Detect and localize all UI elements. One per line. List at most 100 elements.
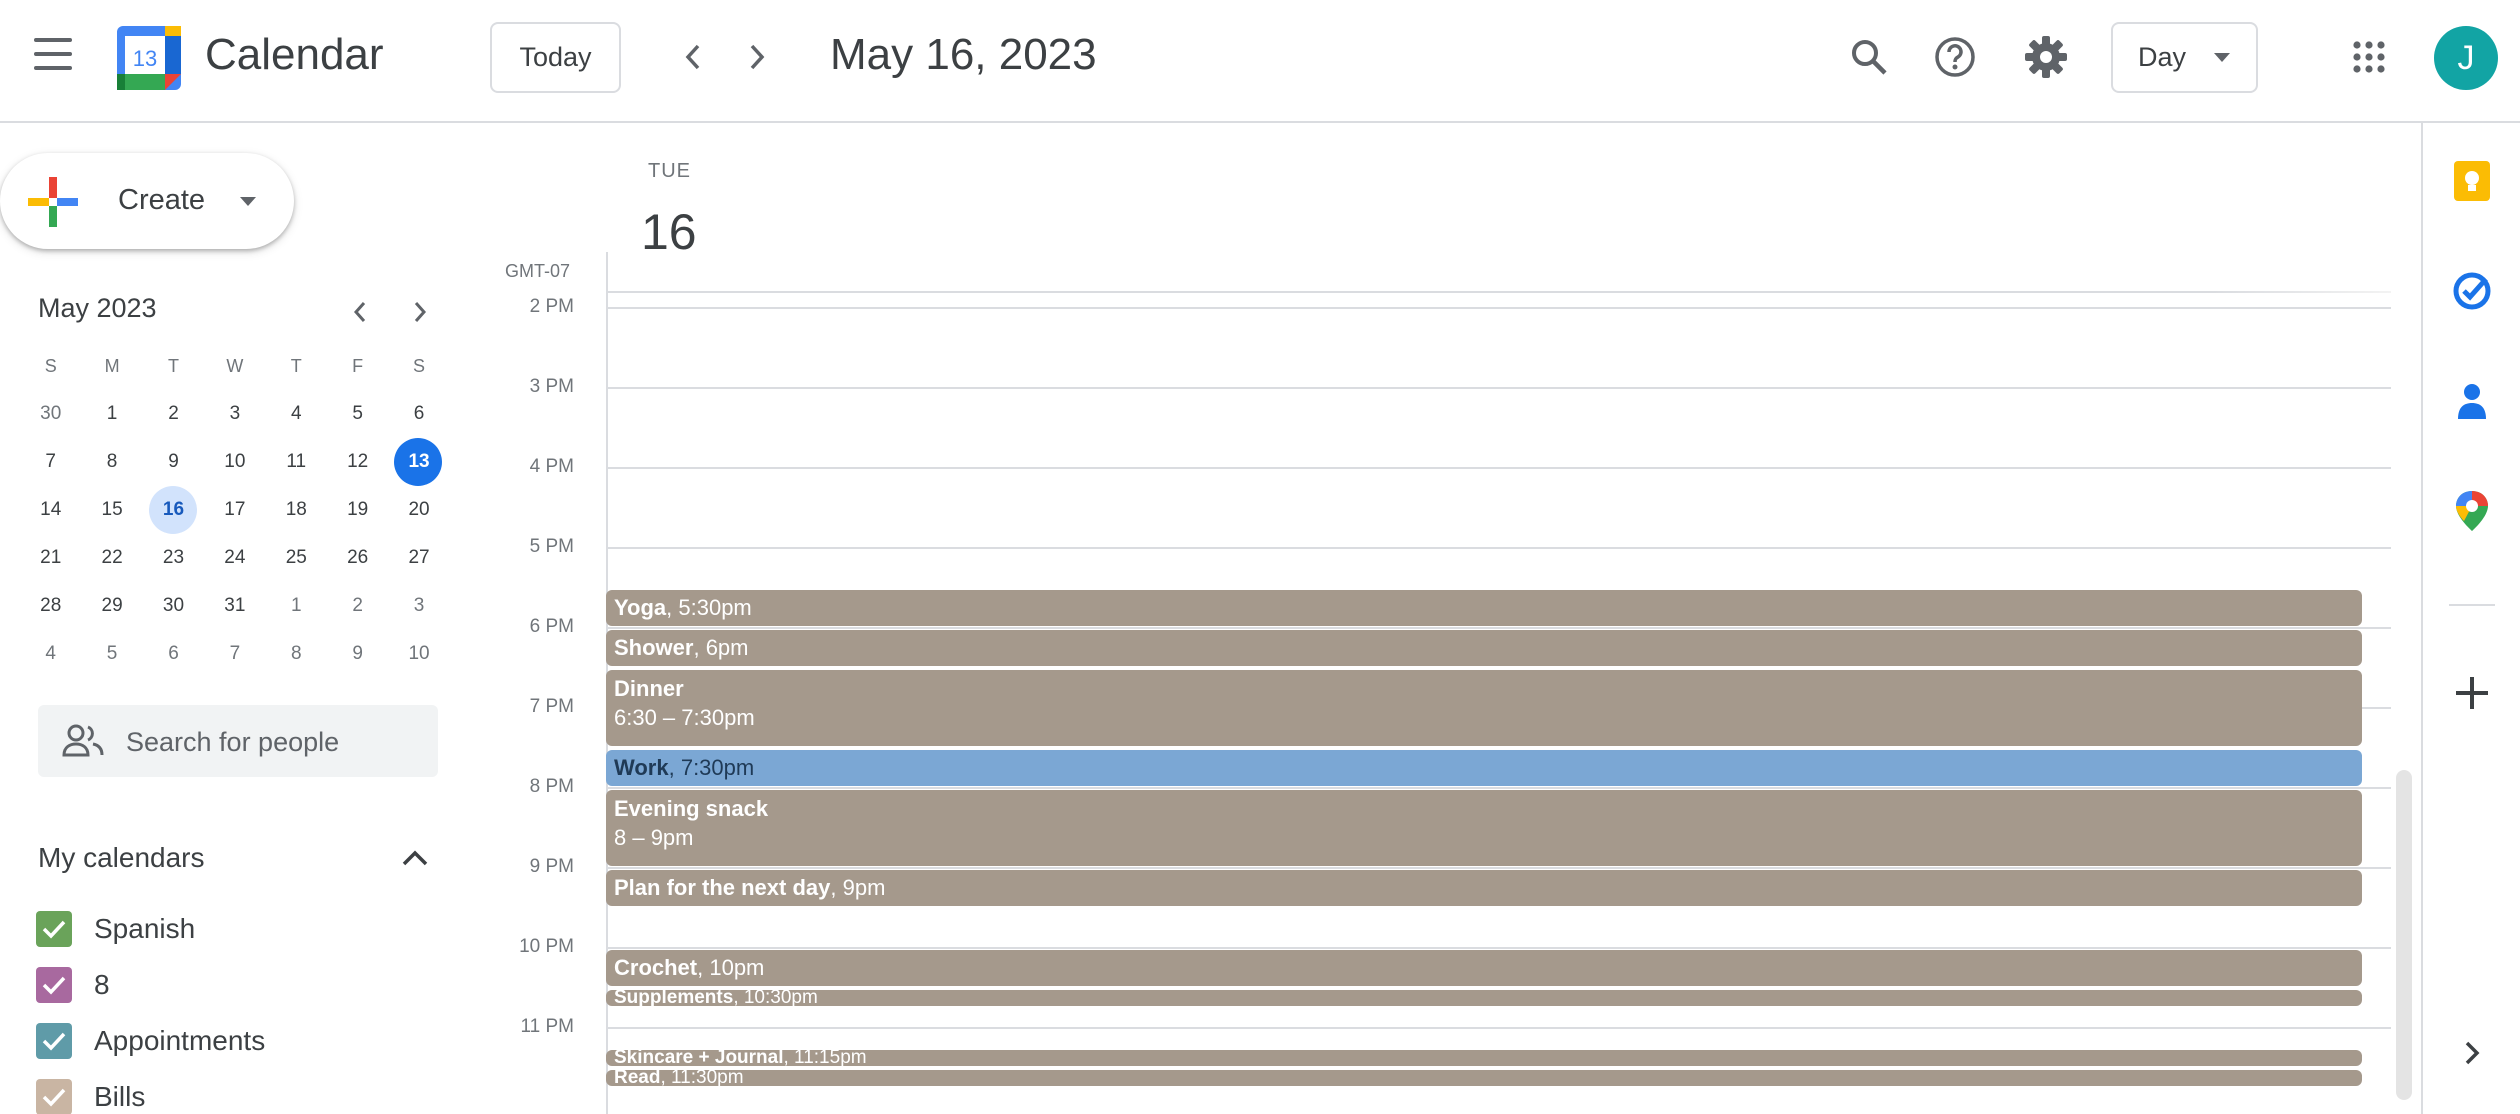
my-calendars-collapse-button[interactable] bbox=[393, 838, 437, 878]
mini-calendar-day[interactable]: 2 bbox=[327, 582, 388, 630]
mini-calendar-day[interactable]: 24 bbox=[204, 534, 265, 582]
mini-calendar-day[interactable]: 11 bbox=[266, 438, 327, 486]
day-column-date[interactable]: 16 bbox=[641, 203, 697, 261]
event-chip[interactable]: Plan for the next day, 9pm bbox=[606, 870, 2362, 906]
mini-calendar-day[interactable]: 7 bbox=[20, 438, 81, 486]
chevron-right-icon bbox=[414, 302, 427, 322]
calendar-item[interactable]: Bills bbox=[36, 1077, 145, 1114]
main-menu-icon[interactable] bbox=[30, 38, 76, 78]
today-button[interactable]: Today bbox=[490, 22, 621, 93]
calendar-checkbox[interactable] bbox=[36, 1079, 72, 1114]
keep-button[interactable] bbox=[2449, 158, 2495, 204]
calendar-checkbox[interactable] bbox=[36, 1023, 72, 1059]
mini-calendar-day[interactable]: 4 bbox=[266, 390, 327, 438]
calendar-checkbox[interactable] bbox=[36, 911, 72, 947]
mini-calendar-grid: S M T W T F S 30 1 2 3 4 5 6 7 8 9 10 11 12 13 14 15 16 17 18 19 20… bbox=[20, 342, 460, 678]
event-chip[interactable]: Read, 11:30pm bbox=[606, 1070, 2362, 1086]
mini-calendar-day[interactable]: 17 bbox=[204, 486, 265, 534]
mini-calendar-day[interactable]: 8 bbox=[266, 630, 327, 678]
calendar-item[interactable]: Spanish bbox=[36, 909, 195, 949]
mini-calendar-day[interactable]: 3 bbox=[388, 582, 449, 630]
event-title: Shower bbox=[614, 635, 694, 660]
mini-calendar-day[interactable]: 18 bbox=[266, 486, 327, 534]
mini-calendar-day[interactable]: 16 bbox=[143, 486, 204, 534]
calendar-checkbox[interactable] bbox=[36, 967, 72, 1003]
people-search-box[interactable] bbox=[38, 705, 438, 777]
mini-calendar-day[interactable]: 4 bbox=[20, 630, 81, 678]
mini-calendar-day[interactable]: 26 bbox=[327, 534, 388, 582]
mini-calendar-day[interactable]: 10 bbox=[388, 630, 449, 678]
mini-calendar-day[interactable]: 19 bbox=[327, 486, 388, 534]
mini-calendar-day[interactable]: 27 bbox=[388, 534, 449, 582]
mini-calendar-day[interactable]: 25 bbox=[266, 534, 327, 582]
event-chip[interactable]: Yoga, 5:30pm bbox=[606, 590, 2362, 626]
event-chip[interactable]: Supplements, 10:30pm bbox=[606, 990, 2362, 1006]
event-chip[interactable]: Skincare + Journal, 11:15pm bbox=[606, 1050, 2362, 1066]
contacts-button[interactable] bbox=[2449, 378, 2495, 424]
people-search-input[interactable] bbox=[126, 725, 416, 759]
maps-icon bbox=[2456, 491, 2488, 531]
mini-calendar-day[interactable]: 20 bbox=[388, 486, 449, 534]
mini-calendar-day[interactable]: 15 bbox=[81, 486, 142, 534]
mini-calendar-day[interactable]: 14 bbox=[20, 486, 81, 534]
event-chip[interactable]: Crochet, 10pm bbox=[606, 950, 2362, 986]
mini-calendar-day[interactable]: 1 bbox=[266, 582, 327, 630]
calendar-item[interactable]: 8 bbox=[36, 965, 110, 1005]
my-calendars-title[interactable]: My calendars bbox=[38, 842, 205, 874]
account-avatar[interactable]: J bbox=[2434, 26, 2498, 90]
mini-calendar-day[interactable]: 5 bbox=[81, 630, 142, 678]
next-period-button[interactable] bbox=[734, 34, 780, 80]
event-title: Skincare + Journal bbox=[614, 1050, 784, 1066]
mini-calendar-day[interactable]: 31 bbox=[204, 582, 265, 630]
create-button[interactable]: Create bbox=[0, 153, 294, 249]
mini-calendar-day[interactable]: 10 bbox=[204, 438, 265, 486]
event-time: , 5:30pm bbox=[666, 595, 752, 620]
day-view-scrollbar[interactable] bbox=[2396, 770, 2412, 1100]
apps-button[interactable] bbox=[2342, 30, 2396, 84]
mini-calendar-day[interactable]: 8 bbox=[81, 438, 142, 486]
mini-calendar-day[interactable]: 12 bbox=[327, 438, 388, 486]
view-switcher-button[interactable]: Day bbox=[2111, 22, 2258, 93]
calendar-logo[interactable]: 13 bbox=[117, 26, 181, 90]
support-button[interactable] bbox=[1928, 30, 1982, 84]
mini-calendar-day[interactable]: 2 bbox=[143, 390, 204, 438]
settings-button[interactable] bbox=[2019, 30, 2073, 84]
mini-calendar-day[interactable]: 6 bbox=[388, 390, 449, 438]
keep-icon bbox=[2454, 161, 2490, 201]
mini-calendar-next-button[interactable] bbox=[400, 292, 440, 332]
mini-calendar-prev-button[interactable] bbox=[340, 292, 380, 332]
search-icon bbox=[1852, 40, 1887, 75]
mini-calendar-day[interactable]: 23 bbox=[143, 534, 204, 582]
checkmark-icon bbox=[42, 1088, 66, 1107]
mini-calendar-week: 4 5 6 7 8 9 10 bbox=[20, 630, 460, 678]
mini-calendar-day[interactable]: 30 bbox=[20, 390, 81, 438]
people-icon bbox=[62, 724, 104, 757]
mini-calendar-day[interactable]: 7 bbox=[204, 630, 265, 678]
maps-button[interactable] bbox=[2449, 488, 2495, 534]
mini-calendar-day[interactable]: 21 bbox=[20, 534, 81, 582]
event-chip[interactable]: Evening snack 8 – 9pm bbox=[606, 790, 2362, 866]
mini-calendar-day[interactable]: 3 bbox=[204, 390, 265, 438]
event-chip[interactable]: Work, 7:30pm bbox=[606, 750, 2362, 786]
previous-period-button[interactable] bbox=[670, 34, 716, 80]
mini-calendar-day[interactable]: 9 bbox=[143, 438, 204, 486]
mini-calendar-day[interactable]: 6 bbox=[143, 630, 204, 678]
event-chip[interactable]: Dinner 6:30 – 7:30pm bbox=[606, 670, 2362, 746]
caret-down-icon bbox=[240, 197, 256, 206]
event-chip[interactable]: Shower, 6pm bbox=[606, 630, 2362, 666]
calendar-item[interactable]: Appointments bbox=[36, 1021, 265, 1061]
tasks-button[interactable] bbox=[2449, 268, 2495, 314]
search-button[interactable] bbox=[1842, 30, 1896, 84]
get-add-ons-button[interactable] bbox=[2449, 670, 2495, 716]
mini-calendar-day[interactable]: 29 bbox=[81, 582, 142, 630]
mini-calendar-day[interactable]: 22 bbox=[81, 534, 142, 582]
event-title: Yoga bbox=[614, 595, 667, 620]
mini-calendar-weekday: S bbox=[413, 356, 426, 376]
mini-calendar-day[interactable]: 1 bbox=[81, 390, 142, 438]
mini-calendar-day[interactable]: 28 bbox=[20, 582, 81, 630]
expand-side-panel-button[interactable] bbox=[2449, 1030, 2495, 1076]
mini-calendar-day[interactable]: 13 bbox=[388, 438, 449, 486]
mini-calendar-day[interactable]: 9 bbox=[327, 630, 388, 678]
mini-calendar-day[interactable]: 5 bbox=[327, 390, 388, 438]
mini-calendar-day[interactable]: 30 bbox=[143, 582, 204, 630]
